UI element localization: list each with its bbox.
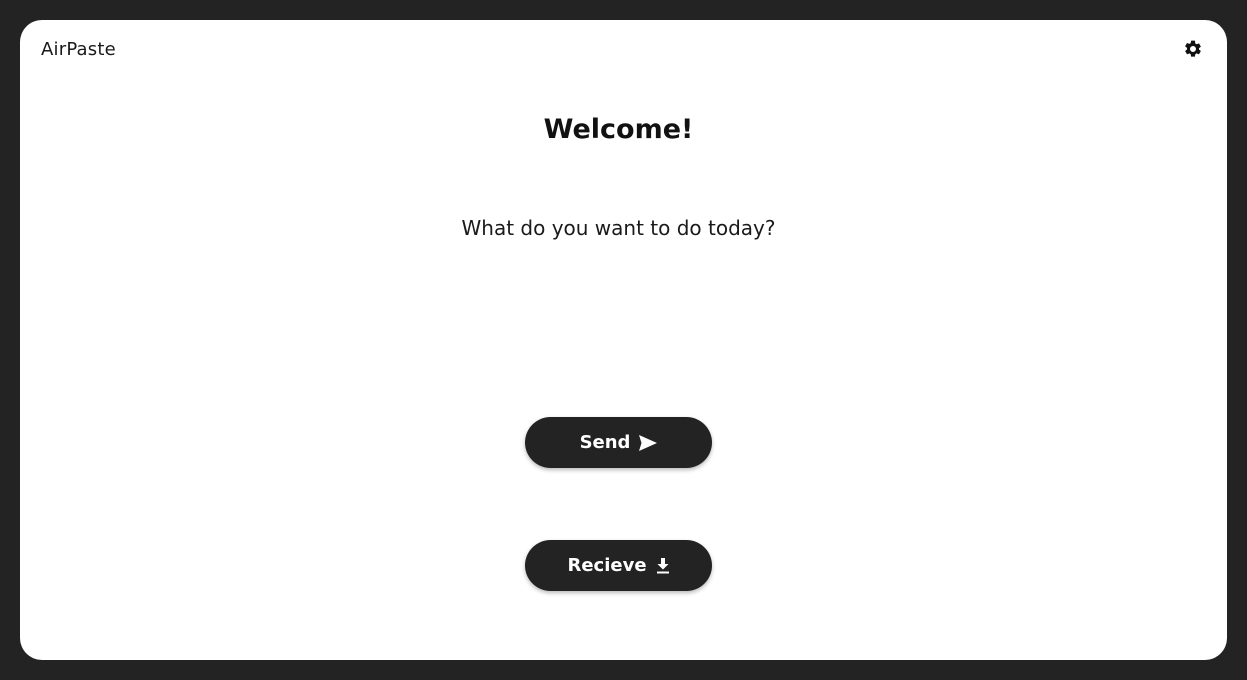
app-window: AirPaste Welcome! What do you want to do… (20, 20, 1227, 660)
prompt-text: What do you want to do today? (461, 216, 776, 240)
device-frame: AirPaste Welcome! What do you want to do… (0, 0, 1247, 680)
welcome-heading: Welcome! (543, 114, 694, 145)
download-icon (656, 557, 670, 574)
app-title: AirPaste (41, 39, 116, 60)
send-button-label: Send (579, 432, 631, 453)
send-arrow-icon (639, 434, 658, 451)
send-button[interactable]: Send (525, 417, 712, 468)
receive-button[interactable]: Recieve (525, 540, 712, 591)
settings-button[interactable] (1183, 39, 1203, 59)
receive-button-label: Recieve (567, 555, 647, 576)
gear-icon (1185, 40, 1201, 57)
